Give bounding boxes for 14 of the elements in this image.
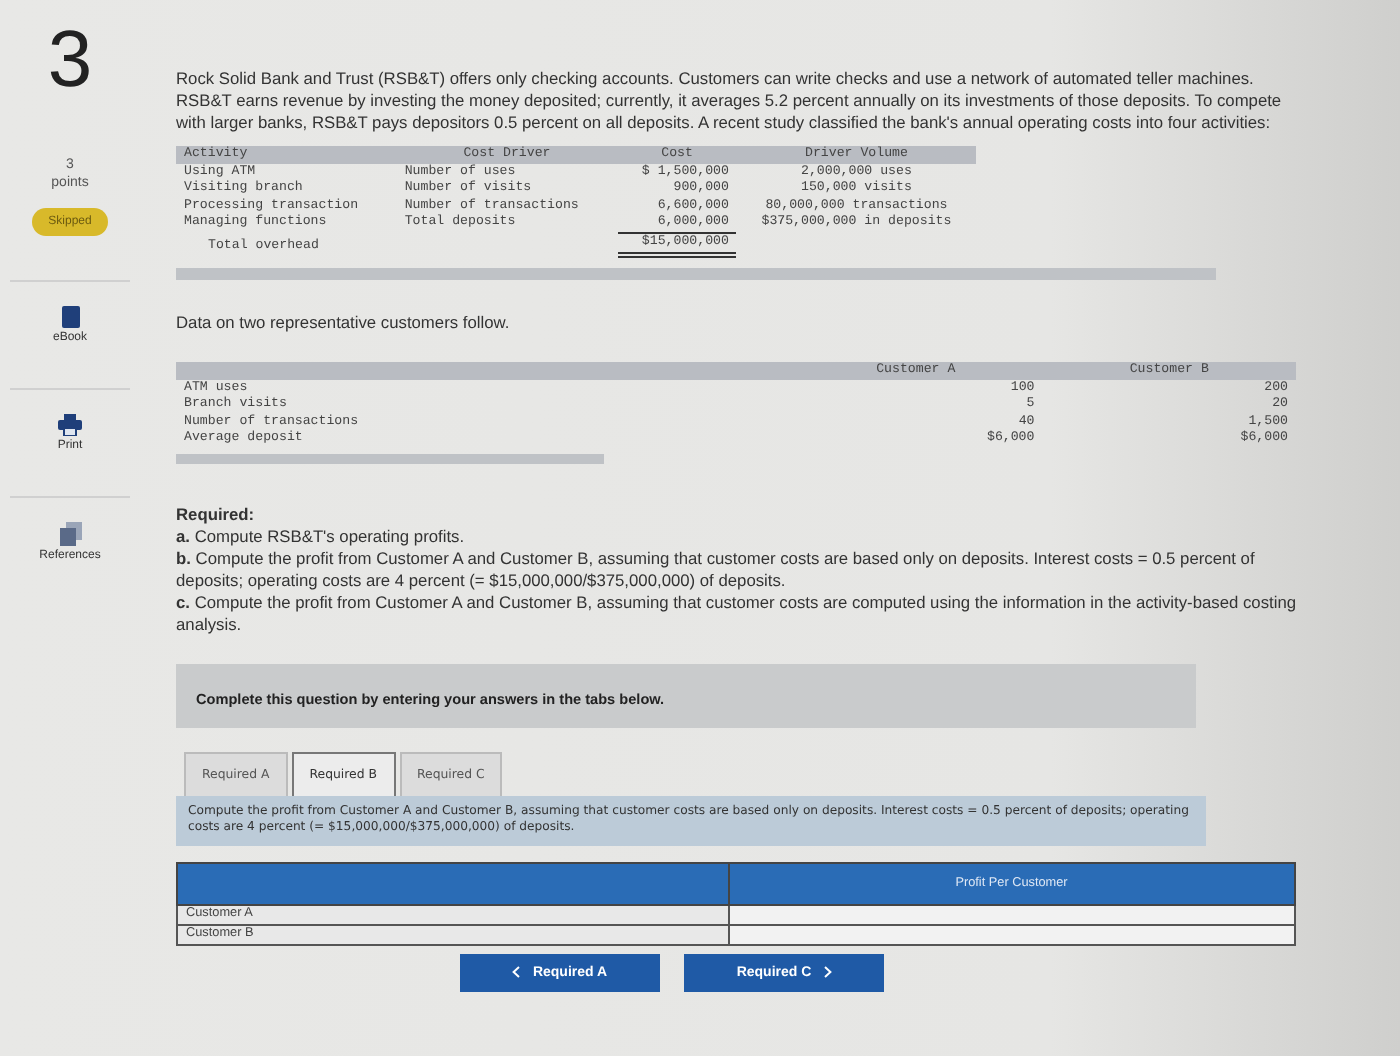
chevron-right-icon [823,966,832,978]
problem-text: Rock Solid Bank and Trust (RSB&T) offers only checking accounts. Customers can write checks and use a network of automated teller machines. RSB&T earns revenue by investing the money deposited; currently, it averages 5.2 percent annually on its investments of those deposits. To compete with larger banks, RSB&T pays depositors 0.5 percent on all deposits. A recent study classified the bank's annual operating costs into four activities: [176,68,1284,134]
required-item: c. Compute the profit from Customer A and Customer B, assuming that customer costs are computed using the information in the activity-based costing analysis. [176,591,1296,635]
book-icon[interactable] [61,306,79,328]
chevron-left-icon [512,966,521,978]
customers-intro: Data on two representative customers follow. [176,312,512,334]
input-field[interactable] [728,904,1295,924]
printer-icon[interactable] [58,414,82,436]
required-item: b. Compute the profit from Customer A and Customer B, assuming that customer costs are based only on deposits. Interest costs = 0.5 percent of deposits; operating costs are 4 percent (= $15,000,000/$375,000,000) of deposits. [176,547,1257,591]
question-number: 3 [47,16,93,104]
pages-icon[interactable] [59,522,81,546]
required-heading: Required: [176,503,257,525]
required-item: a. Compute RSB&T's operating profits. [176,525,467,547]
input-field[interactable] [728,924,1295,944]
